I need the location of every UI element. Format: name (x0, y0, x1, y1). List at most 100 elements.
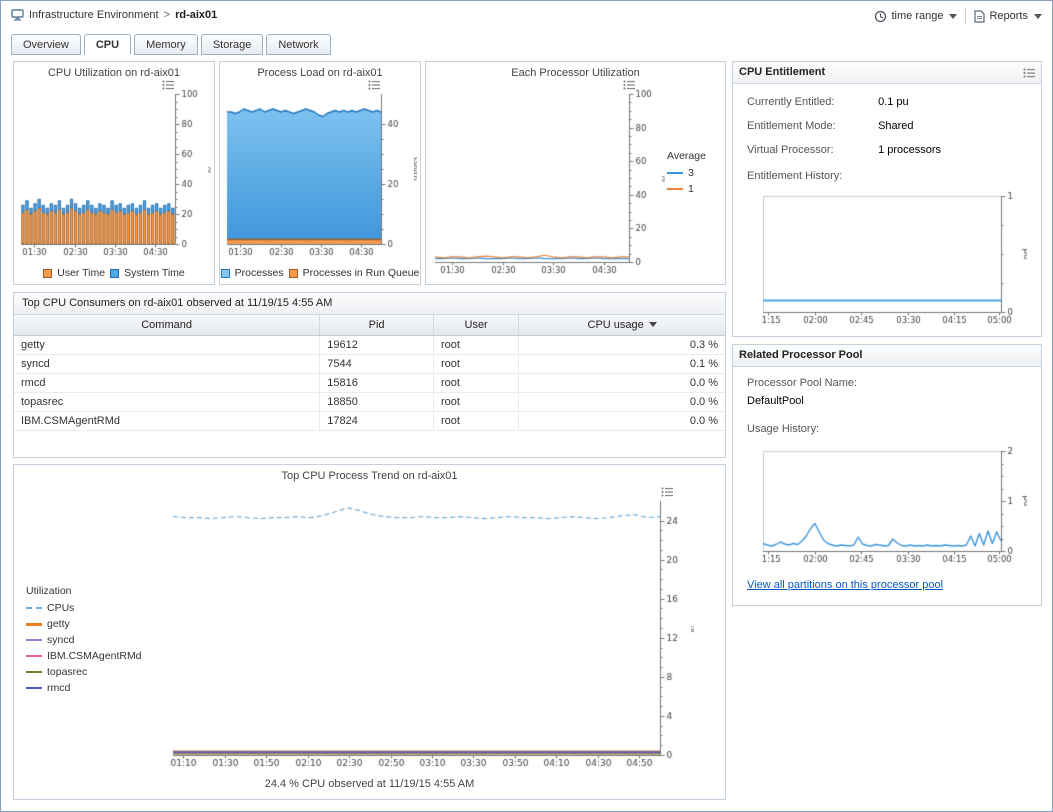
each-processor-chart (429, 84, 665, 280)
cell-cpu-usage: 0.1 % (519, 354, 725, 373)
related-processor-pool-title: Related Processor Pool (739, 349, 863, 361)
process-trend-caption: 24.4 % CPU observed at 11/19/15 4:55 AM (14, 778, 725, 790)
cpu-entitlement-panel: CPU Entitlement Currently Entitled: 0.1 … (732, 61, 1042, 337)
avg3-swatch-icon (667, 172, 683, 174)
getty-swatch-icon (26, 623, 42, 626)
usage-history-label: Usage History: (747, 423, 819, 435)
field-label: Virtual Processor: (747, 144, 875, 156)
cpu-entitlement-header: CPU Entitlement (733, 62, 1041, 84)
cpu-utilization-panel: CPU Utilization on rd-aix01 User Time Sy… (13, 61, 215, 285)
cpu-utilization-legend: User Time System Time (14, 267, 214, 279)
cell-pid: 15816 (320, 373, 434, 392)
process-trend-legend: Utilization CPUs getty syncd IBM.CSMAgen… (26, 585, 166, 698)
pool-name-value: DefaultPool (747, 395, 804, 407)
top-bar: Infrastructure Environment > rd-aix01 ti… (1, 1, 1052, 31)
run-queue-swatch-icon (289, 269, 298, 278)
related-processor-pool-panel: Related Processor Pool Processor Pool Na… (732, 344, 1042, 606)
pool-name-label: Processor Pool Name: (747, 377, 857, 389)
sort-desc-icon (649, 322, 657, 327)
column-header-command[interactable]: Command (14, 315, 320, 335)
process-load-legend: Processes Processes in Run Queue (220, 267, 420, 279)
field-value: Shared (878, 120, 913, 132)
rmcd-legend-label: rmcd (47, 682, 70, 694)
infrastructure-icon (11, 9, 24, 21)
breadcrumb-separator: > (164, 9, 170, 21)
tab-overview[interactable]: Overview (11, 34, 81, 55)
breadcrumb: Infrastructure Environment > rd-aix01 (11, 9, 217, 21)
cell-user: root (433, 392, 518, 411)
table-row[interactable]: topasrec 18850 root 0.0 % (14, 392, 725, 411)
avg3-legend-label: 3 (688, 167, 694, 179)
user-time-swatch-icon (43, 269, 52, 278)
top-cpu-consumers-panel: Top CPU Consumers on rd-aix01 observed a… (13, 292, 726, 458)
csmagent-legend-label: IBM.CSMAgentRMd (47, 650, 142, 662)
table-row[interactable]: rmcd 15816 root 0.0 % (14, 373, 725, 392)
cpu-entitlement-title: CPU Entitlement (739, 66, 825, 78)
cell-command: syncd (14, 354, 320, 373)
column-header-pid[interactable]: Pid (320, 315, 434, 335)
processes-legend-label: Processes (235, 267, 284, 279)
process-trend-panel: Top CPU Process Trend on rd-aix01 Utiliz… (13, 464, 726, 800)
process-load-title: Process Load on rd-aix01 (220, 67, 420, 79)
tab-network[interactable]: Network (266, 34, 330, 55)
breadcrumb-current: rd-aix01 (175, 9, 217, 21)
cell-pid: 17824 (320, 411, 434, 430)
top-cpu-consumers-title: Top CPU Consumers on rd-aix01 observed a… (14, 293, 725, 315)
tab-storage[interactable]: Storage (201, 34, 264, 55)
entitlement-history-label: Entitlement History: (747, 170, 842, 182)
process-trend-legend-title: Utilization (26, 585, 166, 597)
reports-control[interactable]: Reports (974, 10, 1042, 23)
table-row[interactable]: IBM.CSMAgentRMd 17824 root 0.0 % (14, 411, 725, 430)
field-currently-entitled: Currently Entitled: 0.1 pu (747, 96, 909, 108)
time-range-caret-icon (949, 14, 957, 19)
each-processor-legend: Average 3 1 (667, 150, 719, 199)
view-partitions-link[interactable]: View all partitions on this processor po… (747, 579, 943, 591)
cell-command: topasrec (14, 392, 320, 411)
field-label: Currently Entitled: (747, 96, 875, 108)
cell-command: rmcd (14, 373, 320, 392)
time-range-control[interactable]: time range (874, 10, 957, 23)
cell-pid: 7544 (320, 354, 434, 373)
table-row[interactable]: getty 19612 root 0.3 % (14, 335, 725, 354)
reports-label: Reports (989, 10, 1028, 22)
each-processor-panel: Each Processor Utilization Average 3 1 (425, 61, 726, 285)
cpus-swatch-icon (26, 607, 42, 609)
time-range-icon (874, 10, 887, 23)
related-processor-pool-header: Related Processor Pool (733, 345, 1041, 367)
cell-user: root (433, 335, 518, 354)
syncd-legend-label: syncd (47, 634, 74, 646)
topasrec-legend-label: topasrec (47, 666, 87, 678)
table-header-row: Command Pid User CPU usage (14, 315, 725, 335)
column-header-cpu-usage[interactable]: CPU usage (519, 315, 725, 335)
user-time-legend-label: User Time (57, 267, 105, 279)
cell-user: root (433, 411, 518, 430)
system-time-legend-label: System Time (124, 267, 185, 279)
cell-pid: 18850 (320, 392, 434, 411)
reports-icon (974, 10, 985, 23)
column-header-user[interactable]: User (433, 315, 518, 335)
each-processor-legend-title: Average (667, 150, 719, 162)
tab-cpu[interactable]: CPU (84, 34, 131, 55)
cell-cpu-usage: 0.0 % (519, 411, 725, 430)
cell-cpu-usage: 0.0 % (519, 373, 725, 392)
rmcd-swatch-icon (26, 687, 42, 689)
cpu-utilization-chart (17, 84, 211, 262)
cell-command: IBM.CSMAgentRMd (14, 411, 320, 430)
field-entitlement-mode: Entitlement Mode: Shared (747, 120, 914, 132)
breadcrumb-section[interactable]: Infrastructure Environment (29, 9, 159, 21)
process-load-chart (223, 84, 417, 262)
cell-user: root (433, 354, 518, 373)
cell-cpu-usage: 0.3 % (519, 335, 725, 354)
field-virtual-processor: Virtual Processor: 1 processors (747, 144, 941, 156)
cell-pid: 19612 (320, 335, 434, 354)
field-value: 0.1 pu (878, 96, 909, 108)
run-queue-legend-label: Processes in Run Queue (303, 267, 420, 279)
top-cpu-consumers-table: Command Pid User CPU usage getty 19612 r… (14, 315, 725, 431)
each-processor-title: Each Processor Utilization (426, 67, 725, 79)
field-label: Entitlement Mode: (747, 120, 875, 132)
cpu-entitlement-menu-icon[interactable] (1023, 68, 1035, 78)
table-row[interactable]: syncd 7544 root 0.1 % (14, 354, 725, 373)
entitlement-history-chart (761, 188, 1027, 328)
tab-memory[interactable]: Memory (134, 34, 198, 55)
avg1-swatch-icon (667, 188, 683, 190)
